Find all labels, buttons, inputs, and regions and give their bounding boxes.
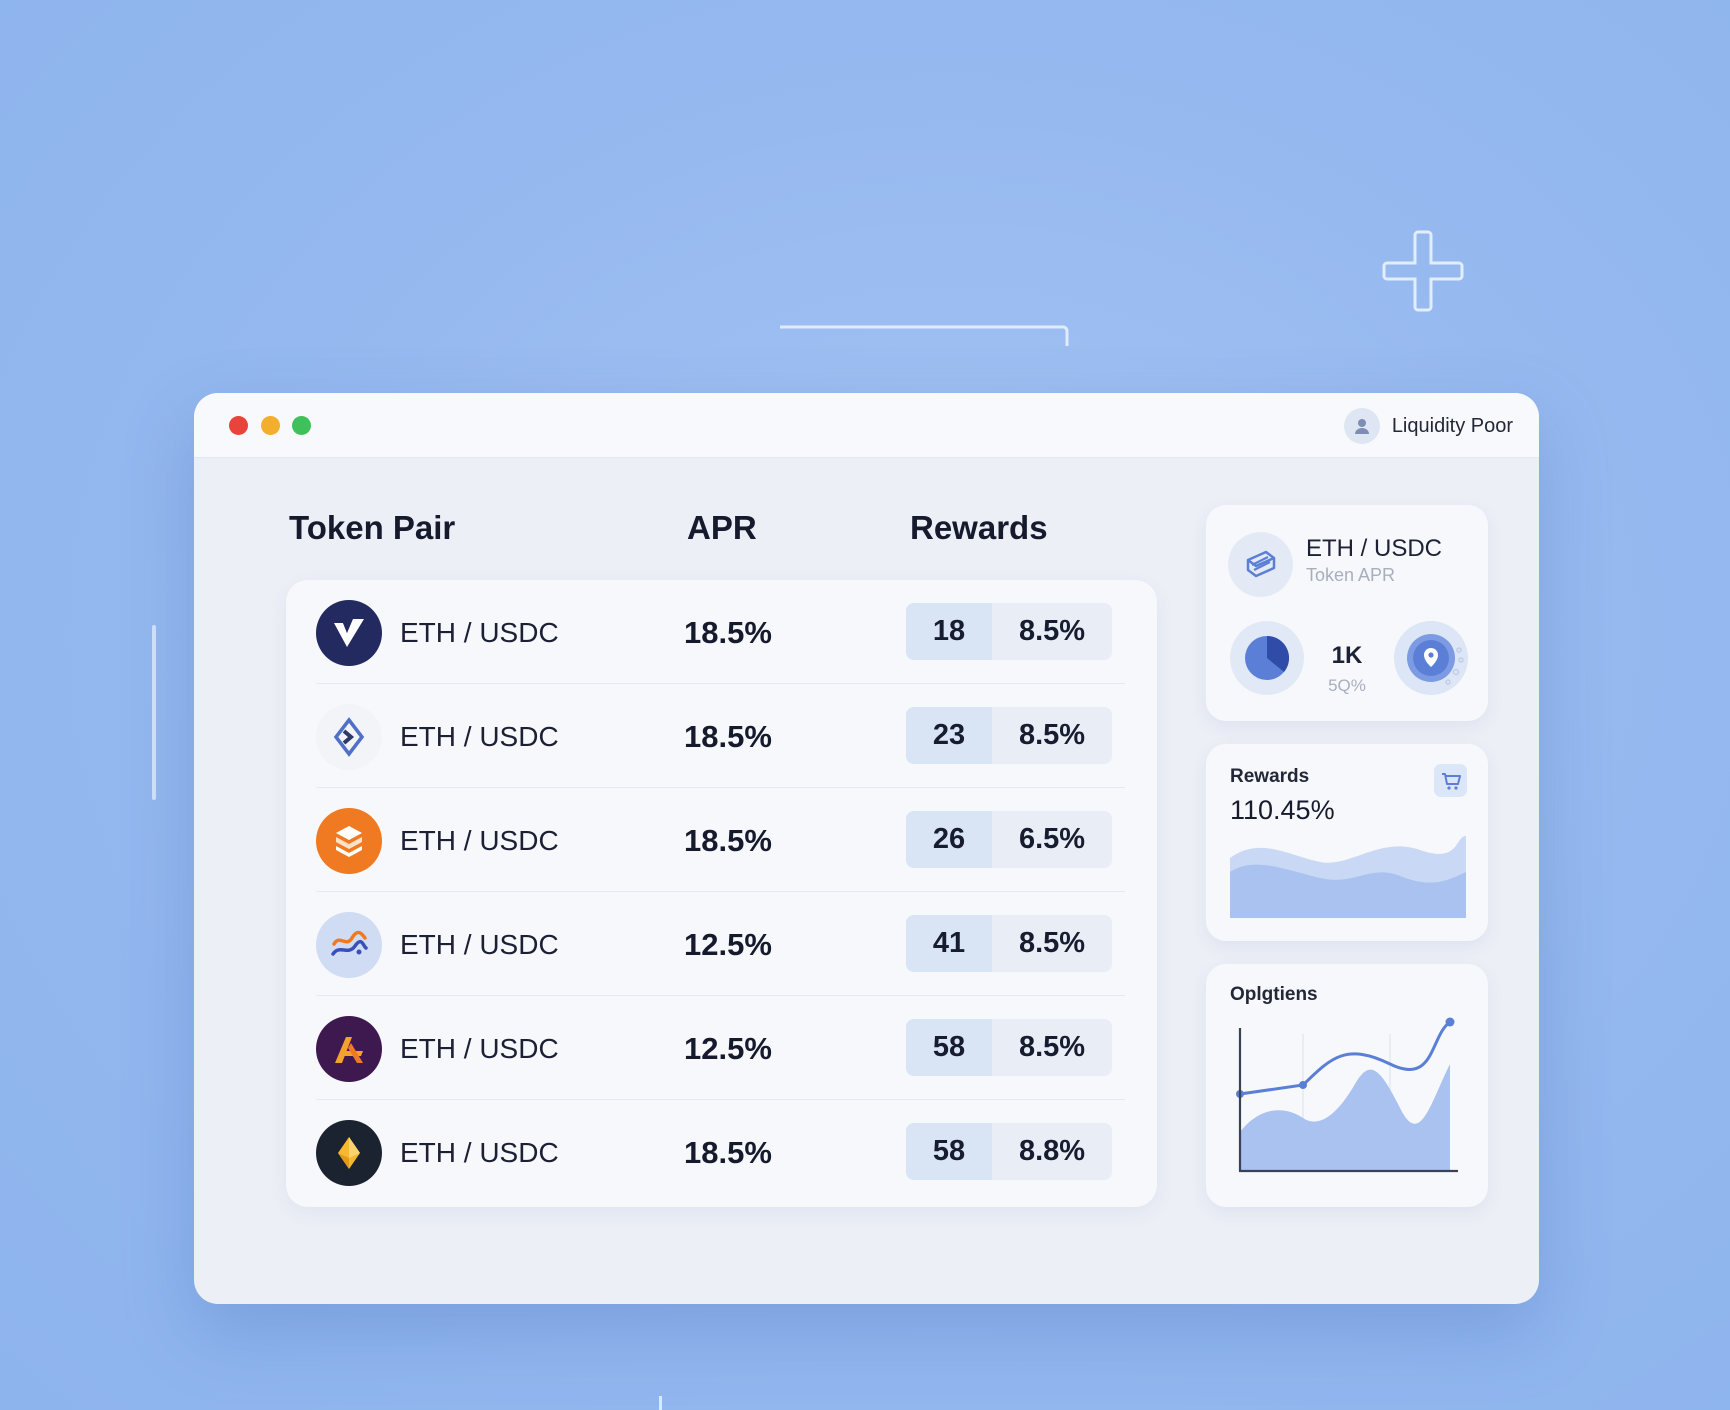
v-logo-icon [316, 600, 382, 666]
options-line-chart [1236, 1017, 1458, 1173]
stat-subvalue: 5Q% [1328, 676, 1366, 695]
table-row[interactable]: ETH / USDC 18.5% 23 8.5% [316, 684, 1125, 788]
column-header-rewards: Rewards [910, 509, 1048, 546]
reward-rate: 8.5% [1018, 615, 1086, 647]
reward-pill: 58 8.8% [906, 1123, 1112, 1180]
maximize-window-button[interactable] [292, 416, 311, 435]
reward-count: 58 [906, 1123, 992, 1180]
account-menu[interactable]: Liquidity Poor [1343, 408, 1513, 444]
cube-stack-icon [316, 808, 382, 874]
line-decoration [780, 325, 1069, 346]
swirl-icon [316, 912, 382, 978]
rewards-label: Rewards [1230, 766, 1310, 787]
plus-decoration-icon [1382, 230, 1464, 312]
reward-pill: 18 8.5% [906, 603, 1112, 660]
reward-pill: 58 8.5% [906, 1019, 1112, 1076]
reward-rate: 8.5% [1018, 927, 1086, 959]
apr-value: 18.5% [684, 1135, 772, 1170]
apr-value: 12.5% [684, 927, 772, 962]
stat-value: 1K [1331, 642, 1363, 669]
app-window: Liquidity Poor Token Pair APR Rewards ET… [194, 393, 1539, 1304]
chart-title: Oplgtiens [1230, 984, 1318, 1005]
reward-count: 41 [906, 915, 992, 972]
apr-value: 18.5% [684, 823, 772, 858]
rewards-area-chart [1230, 836, 1466, 918]
reward-rate: 8.5% [1018, 719, 1086, 751]
ax-logo-icon [316, 1016, 382, 1082]
column-header-token-pair: Token Pair [289, 509, 456, 546]
table-row[interactable]: ETH / USDC 18.5% 26 6.5% [316, 788, 1125, 892]
pair-label: ETH / USDC [400, 929, 559, 960]
token-pair-table: ETH / USDC 18.5% 18 8.5% ETH / USDC 18.5… [286, 580, 1157, 1207]
rewards-value: 110.45% [1230, 795, 1335, 825]
diamond-arrow-icon [316, 704, 382, 770]
reward-rate: 8.5% [1018, 1031, 1086, 1063]
options-chart-card[interactable]: Oplgtiens [1206, 964, 1488, 1207]
pair-label: ETH / USDC [400, 1033, 559, 1064]
pair-title: ETH / USDC [1306, 535, 1443, 562]
location-pin-icon [1394, 621, 1468, 695]
user-icon [1343, 408, 1380, 444]
apr-value: 18.5% [684, 719, 772, 754]
reward-pill: 41 8.5% [906, 915, 1112, 972]
tick-decoration [659, 1396, 662, 1410]
reward-rate: 8.8% [1018, 1135, 1086, 1167]
pair-label: ETH / USDC [400, 617, 559, 648]
apr-value: 12.5% [684, 1031, 772, 1066]
cart-icon[interactable] [1434, 764, 1467, 797]
pair-label: ETH / USDC [400, 1137, 559, 1168]
account-label: Liquidity Poor [1391, 414, 1513, 437]
table-row[interactable]: ETH / USDC 18.5% 18 8.5% [316, 580, 1125, 684]
column-header-apr: APR [687, 509, 757, 546]
pair-label: ETH / USDC [400, 721, 559, 752]
reward-rate: 6.5% [1018, 823, 1086, 855]
apr-value: 18.5% [684, 615, 772, 650]
reward-count: 18 [906, 603, 992, 660]
rewards-card[interactable]: Rewards 110.45% [1206, 744, 1488, 941]
reward-pill: 23 8.5% [906, 707, 1112, 764]
eth-diamond-icon [316, 1120, 382, 1186]
pair-summary-card[interactable]: ETH / USDC Token APR 1K 5Q% [1206, 505, 1488, 721]
table-row[interactable]: ETH / USDC 12.5% 58 8.5% [316, 996, 1125, 1100]
table-row[interactable]: ETH / USDC 18.5% 58 8.8% [316, 1100, 1125, 1204]
reward-count: 58 [906, 1019, 992, 1076]
title-bar: Liquidity Poor [194, 393, 1539, 458]
pair-label: ETH / USDC [400, 825, 559, 856]
close-window-button[interactable] [229, 416, 248, 435]
layers-icon [1228, 532, 1293, 597]
table-row[interactable]: ETH / USDC 12.5% 41 8.5% [316, 892, 1125, 996]
reward-pill: 26 6.5% [906, 811, 1112, 868]
reward-count: 23 [906, 707, 992, 764]
pie-chart-icon [1230, 621, 1304, 695]
pair-subtitle: Token APR [1306, 565, 1396, 585]
reward-count: 26 [906, 811, 992, 868]
vertical-line-decoration [152, 625, 156, 800]
minimize-window-button[interactable] [261, 416, 280, 435]
